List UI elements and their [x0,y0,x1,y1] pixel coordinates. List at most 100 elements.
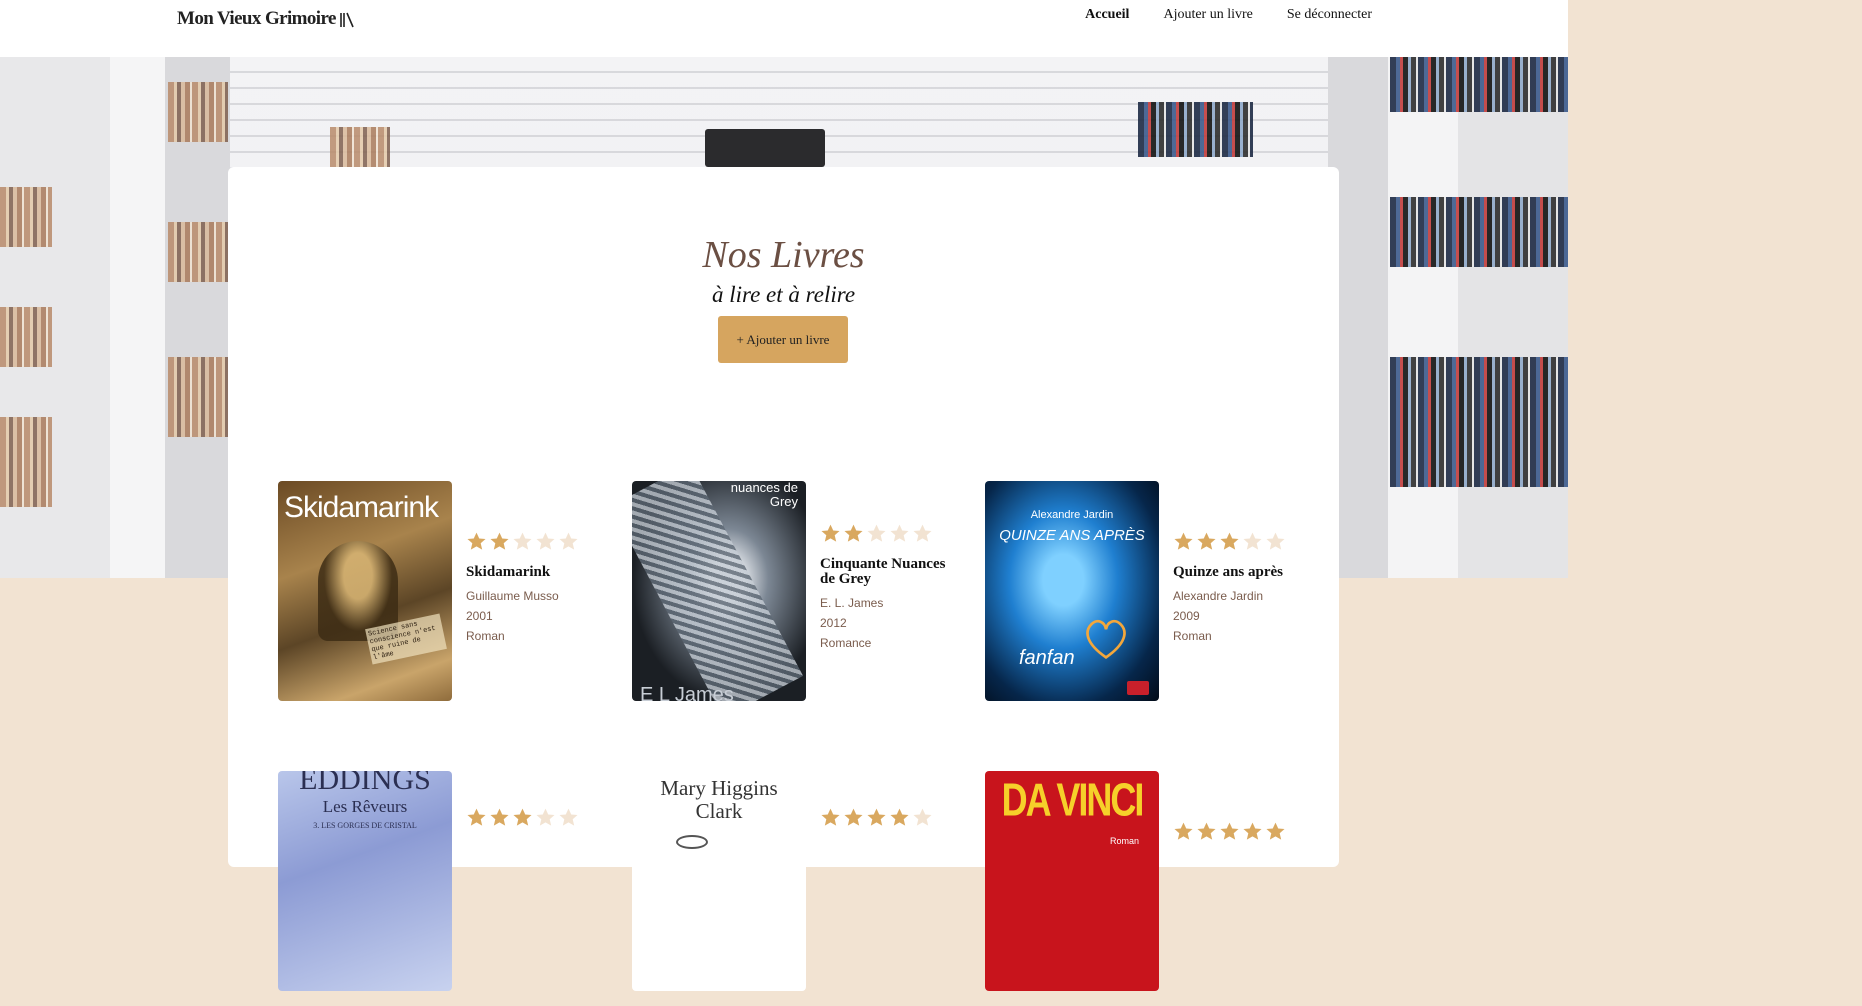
books-card: Nos Livres à lire et à relire + Ajouter … [228,167,1339,991]
book-cover[interactable]: DA VINCI Roman [985,771,1159,991]
cover-title: EDDINGS [299,771,431,796]
star-filled-icon [1243,822,1262,840]
rating-stars [1173,531,1303,551]
star-filled-icon [1220,532,1239,550]
book-cover[interactable]: Skidamarink Science sans conscience n'es… [278,481,452,701]
star-filled-icon [467,808,486,826]
cover-title: Quinze ans après [999,527,1145,544]
book-year: 2009 [1173,609,1200,623]
main-nav: Accueil Ajouter un livre Se déconnecter [1085,7,1372,23]
star-filled-icon [821,808,840,826]
book-cover[interactable]: EDDINGS Les Rêveurs 3. Les gorges de cri… [278,771,452,991]
book-info [820,807,950,841]
star-filled-icon [1266,822,1285,840]
book-year: 2012 [820,616,847,630]
hero-books [0,307,52,367]
nav-link-ajouter-livre[interactable]: Ajouter un livre [1163,7,1252,23]
star-filled-icon [1174,532,1193,550]
star-filled-icon [1197,822,1216,840]
hero-shelf-right [1328,57,1568,578]
cover-heart-icon [1086,619,1126,659]
hero-books [0,417,52,507]
cover-subtitle: Les Rêveurs [322,797,408,816]
add-book-button[interactable]: + Ajouter un livre [718,316,848,363]
star-empty-icon [1266,532,1285,550]
hero-books [1390,57,1568,112]
cover-title: Mary Higgins Clark [660,776,778,823]
book-info: Cinquante Nuances de Grey E. L. James 20… [820,523,950,653]
logo-text: Mon Vieux Grimoire [177,8,336,29]
star-empty-icon [913,524,932,542]
book-info: Skidamarink Guillaume Musso 2001 Roman [466,531,596,646]
book-cover[interactable]: nuances de Grey E L James [632,481,806,701]
cover-title: Skidamarink [284,491,439,524]
star-filled-icon [467,532,486,550]
site-header: Mon Vieux Grimoire Accueil Ajouter un li… [0,0,1568,57]
hero-books [168,82,228,142]
star-filled-icon [1197,532,1216,550]
rating-stars [466,531,596,551]
cover-title: nuances de Grey [730,481,798,509]
nav-link-deconnexion[interactable]: Se déconnecter [1287,7,1372,23]
book-info [1173,821,1303,855]
star-empty-icon [536,532,555,550]
page-title: Nos Livres [702,234,865,276]
star-filled-icon [890,808,909,826]
page-subtitle: à lire et à relire [711,282,856,307]
hero-books [168,357,228,437]
hero-books [1390,357,1568,487]
star-empty-icon [913,808,932,826]
cover-author: Alexandre Jardin [1030,509,1114,521]
book-author: Alexandre Jardin [1173,589,1264,603]
star-filled-icon [821,524,840,542]
cover-fanfan: fanfan [1019,647,1075,669]
cover-publisher-badge [1127,681,1149,695]
star-empty-icon [1243,532,1262,550]
star-empty-icon [536,808,555,826]
star-empty-icon [867,524,886,542]
books-stack-icon [339,12,354,27]
star-filled-icon [867,808,886,826]
book-info: Quinze ans après Alexandre Jardin 2009 R… [1173,531,1303,646]
book-cover[interactable]: Alexandre Jardin Quinze ans après fanfan [985,481,1159,701]
book-cover[interactable]: Mary Higgins Clark [632,771,806,991]
cover-author: E L James [640,684,734,701]
book-genre: Roman [1173,629,1212,643]
rating-stars [466,807,596,827]
cover-genre: Roman [1109,836,1139,846]
book-info [466,807,596,841]
star-empty-icon [559,808,578,826]
rating-stars [820,807,950,827]
hero-books [330,127,390,167]
star-filled-icon [490,808,509,826]
book-genre: Romance [820,636,872,650]
rating-stars [820,523,950,543]
book-title[interactable]: Quinze ans après [1173,565,1303,580]
cover-tie [632,481,804,701]
hero-books [0,187,52,247]
star-filled-icon [513,808,532,826]
cover-emblem [676,835,708,849]
star-filled-icon [1220,822,1239,840]
book-genre: Roman [466,629,505,643]
star-empty-icon [513,532,532,550]
book-author: E. L. James [820,596,884,610]
book-year: 2001 [466,609,493,623]
nav-link-accueil[interactable]: Accueil [1085,7,1129,23]
star-filled-icon [1174,822,1193,840]
rating-stars [1173,821,1303,841]
cover-tome: 3. Les gorges de cristal [313,821,417,830]
hero-books [1390,197,1568,267]
star-filled-icon [844,808,863,826]
star-filled-icon [490,532,509,550]
cover-title: DA VINCI [1001,772,1145,826]
hero-books [168,222,228,282]
star-empty-icon [890,524,909,542]
star-filled-icon [844,524,863,542]
book-author: Guillaume Musso [466,589,559,603]
logo[interactable]: Mon Vieux Grimoire [177,8,356,30]
book-title[interactable]: Cinquante Nuances de Grey [820,557,950,587]
star-empty-icon [559,532,578,550]
hero-books [1138,102,1253,157]
book-title[interactable]: Skidamarink [466,565,596,580]
